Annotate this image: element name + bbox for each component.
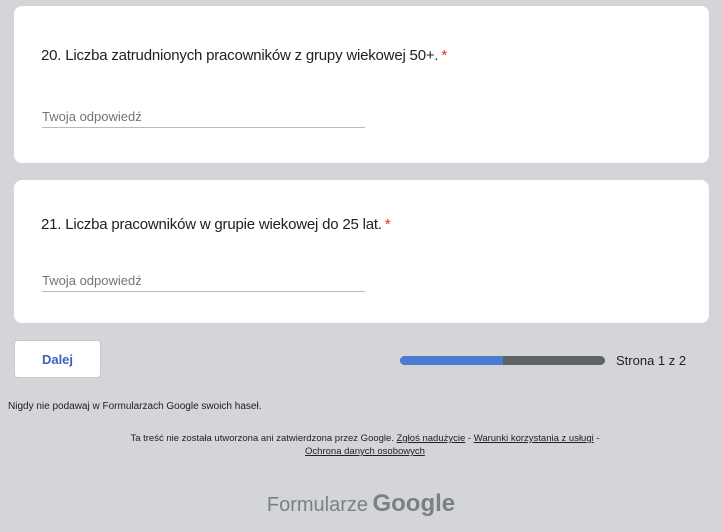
- terms-link[interactable]: Warunki korzystania z usługi: [474, 433, 594, 444]
- page-indicator: Strona 1 z 2: [616, 353, 687, 368]
- google-forms-logo[interactable]: Formularze Google: [0, 490, 722, 518]
- question-title: 21. Liczba pracowników w grupie wiekowej…: [41, 216, 391, 233]
- answer-input-21[interactable]: [42, 269, 365, 292]
- question-card-20: 20. Liczba zatrudnionych pracowników z g…: [14, 6, 709, 163]
- report-abuse-link[interactable]: Zgłoś nadużycie: [397, 433, 466, 444]
- progress-bar: [400, 356, 605, 365]
- required-mark: *: [441, 47, 448, 64]
- answer-input-20[interactable]: [42, 105, 365, 128]
- link-separator: -: [465, 433, 474, 444]
- disclaimer-text: Ta treść nie została utworzona ani zatwi…: [130, 433, 394, 444]
- required-mark: *: [384, 216, 391, 233]
- question-title-text: 20. Liczba zatrudnionych pracowników z g…: [41, 47, 439, 64]
- disclaimer: Ta treść nie została utworzona ani zatwi…: [40, 432, 690, 458]
- question-card-21: 21. Liczba pracowników w grupie wiekowej…: [14, 180, 709, 323]
- question-title-text: 21. Liczba pracowników w grupie wiekowej…: [41, 216, 382, 233]
- privacy-link[interactable]: Ochrona danych osobowych: [305, 446, 425, 457]
- link-separator: -: [593, 433, 600, 444]
- question-title: 20. Liczba zatrudnionych pracowników z g…: [41, 47, 447, 64]
- next-button[interactable]: Dalej: [14, 340, 101, 378]
- password-warning: Nigdy nie podawaj w Formularzach Google …: [8, 401, 262, 412]
- brand-google: Google: [372, 490, 456, 517]
- brand-prefix: Formularze: [266, 494, 368, 516]
- progress-fill: [400, 356, 503, 365]
